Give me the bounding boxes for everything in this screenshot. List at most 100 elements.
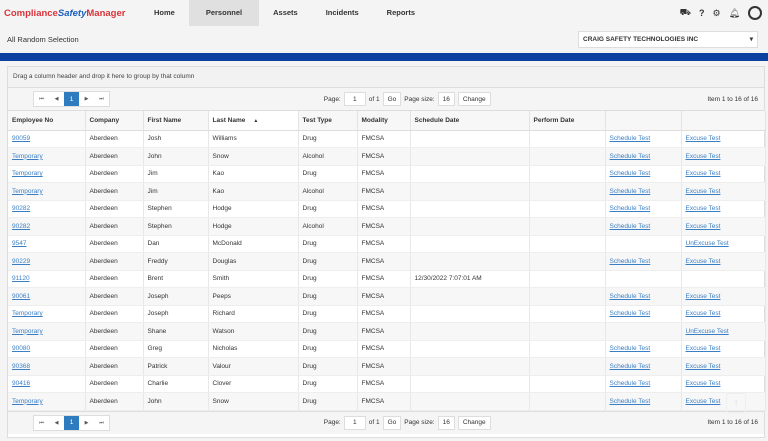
schedule-test-link[interactable]: Schedule Test: [610, 135, 651, 142]
schedule-test-link[interactable]: Schedule Test: [610, 380, 651, 387]
employee-link[interactable]: Temporary: [12, 188, 43, 195]
cell: UnExcuse Test: [681, 322, 766, 341]
user-avatar-icon[interactable]: [748, 6, 762, 20]
column-header-test-type[interactable]: Test Type: [298, 111, 358, 131]
page-1-button[interactable]: 1: [64, 92, 79, 106]
cell: FMCSA: [357, 130, 411, 148]
prev-page-button[interactable]: ◀: [49, 92, 64, 106]
excuse-test-link[interactable]: Excuse Test: [686, 398, 721, 405]
column-header-modality[interactable]: Modality: [357, 111, 411, 131]
column-header-employee-no[interactable]: Employee No: [8, 111, 86, 131]
nav-assets[interactable]: Assets: [259, 0, 312, 26]
excuse-test-link[interactable]: Excuse Test: [686, 188, 721, 195]
cell: Schedule Test: [605, 130, 682, 148]
page-size-input[interactable]: 16: [437, 92, 455, 106]
cell: Drug: [298, 375, 358, 393]
go-button[interactable]: Go: [382, 92, 402, 106]
prev-page-button[interactable]: ◀: [49, 416, 64, 430]
column-header-schedule-date[interactable]: Schedule Date: [410, 111, 530, 131]
excuse-test-link[interactable]: Excuse Test: [686, 310, 721, 317]
schedule-test-link[interactable]: Schedule Test: [610, 310, 651, 317]
column-header-action-8[interactable]: [605, 111, 682, 131]
schedule-test-link[interactable]: Schedule Test: [610, 153, 651, 160]
excuse-test-link[interactable]: Excuse Test: [686, 135, 721, 142]
employee-link[interactable]: 90416: [12, 380, 30, 387]
employee-link[interactable]: 90282: [12, 205, 30, 212]
nav-home[interactable]: Home: [140, 0, 189, 26]
excuse-test-link[interactable]: Excuse Test: [686, 380, 721, 387]
first-page-button[interactable]: ⏮: [34, 92, 49, 106]
change-button[interactable]: Change: [457, 415, 491, 430]
schedule-test-link[interactable]: Schedule Test: [610, 223, 651, 230]
page-1-button[interactable]: 1: [64, 415, 79, 430]
schedule-test-link[interactable]: Schedule Test: [610, 188, 651, 195]
employee-link[interactable]: Temporary: [12, 328, 43, 335]
table-row: 90061 Aberdeen Joseph Peeps Drug FMCSA Schedul…: [8, 287, 766, 306]
employee-link[interactable]: Temporary: [12, 398, 43, 405]
scroll-to-top-button[interactable]: ↑: [726, 393, 746, 413]
table-row: 9547 Aberdeen Dan McDonald Drug FMCSA UnExcuse…: [8, 235, 766, 253]
column-header-first-name[interactable]: First Name: [143, 111, 209, 131]
column-header-last-name[interactable]: Last Name ▲: [208, 111, 299, 131]
employee-link[interactable]: 90059: [12, 135, 30, 142]
employee-link[interactable]: 90061: [12, 293, 30, 300]
schedule-test-link[interactable]: Schedule Test: [610, 258, 651, 265]
next-page-button[interactable]: ▶: [79, 416, 94, 430]
page-input[interactable]: 1: [343, 415, 366, 430]
excuse-test-link[interactable]: Excuse Test: [686, 293, 721, 300]
unexcuse-test-link[interactable]: UnExcuse Test: [686, 240, 729, 247]
excuse-test-link[interactable]: Excuse Test: [686, 258, 721, 265]
employee-link[interactable]: 90368: [12, 363, 30, 370]
employee-link[interactable]: 90229: [12, 258, 30, 265]
cell: Clover: [208, 375, 299, 393]
first-page-button[interactable]: ⏮: [34, 416, 49, 430]
cell: [605, 322, 682, 341]
schedule-test-link[interactable]: Schedule Test: [610, 398, 651, 405]
change-button[interactable]: Change: [457, 92, 491, 106]
cell: [410, 340, 530, 358]
nav-reports[interactable]: Reports: [373, 0, 429, 26]
employee-link[interactable]: Temporary: [12, 170, 43, 177]
excuse-test-link[interactable]: Excuse Test: [686, 205, 721, 212]
excuse-test-link[interactable]: Excuse Test: [686, 170, 721, 177]
column-header-action-9[interactable]: [681, 111, 766, 131]
last-page-button[interactable]: ⏭: [94, 416, 109, 430]
excuse-test-link[interactable]: Excuse Test: [686, 153, 721, 160]
company-select[interactable]: CRAIG SAFETY TECHNOLOGIES INC ▾: [578, 30, 758, 48]
schedule-test-link[interactable]: Schedule Test: [610, 345, 651, 352]
table-row: 90368 Aberdeen Patrick Valour Drug FMCSA Sched…: [8, 357, 766, 376]
schedule-test-link[interactable]: Schedule Test: [610, 363, 651, 370]
cell: [529, 235, 606, 253]
nav-incidents[interactable]: Incidents: [312, 0, 373, 26]
bell-icon[interactable]: 🔔︎: [729, 8, 740, 19]
schedule-test-link[interactable]: Schedule Test: [610, 205, 651, 212]
nav-personnel[interactable]: Personnel: [188, 0, 260, 26]
column-header-company[interactable]: Company: [85, 111, 144, 131]
page-size-input[interactable]: 16: [437, 415, 455, 430]
next-page-button[interactable]: ▶: [79, 92, 94, 106]
cell: 90061: [8, 287, 86, 306]
gear-icon[interactable]: ⚙: [712, 8, 720, 19]
column-header-perform-date[interactable]: Perform Date: [529, 111, 606, 131]
employee-link[interactable]: 91120: [12, 275, 30, 282]
excuse-test-link[interactable]: Excuse Test: [686, 345, 721, 352]
employee-link[interactable]: 9547: [12, 240, 26, 247]
cell: Shane: [143, 322, 209, 341]
cell: Alcohol: [298, 182, 358, 201]
employee-link[interactable]: Temporary: [12, 310, 43, 317]
employee-link[interactable]: Temporary: [12, 153, 43, 160]
excuse-test-link[interactable]: Excuse Test: [686, 223, 721, 230]
page-input[interactable]: 1: [343, 92, 366, 106]
last-page-button[interactable]: ⏭: [94, 92, 109, 106]
schedule-test-link[interactable]: Schedule Test: [610, 170, 651, 177]
employee-link[interactable]: 90080: [12, 345, 30, 352]
employee-link[interactable]: 90282: [12, 223, 30, 230]
unexcuse-test-link[interactable]: UnExcuse Test: [686, 328, 729, 335]
schedule-test-link[interactable]: Schedule Test: [610, 293, 651, 300]
group-drop-area[interactable]: Drag a column header and drop it here to…: [8, 67, 764, 88]
logo[interactable]: ComplianceSafetyManager: [0, 8, 140, 19]
help-icon[interactable]: ?: [699, 8, 705, 18]
truck-icon[interactable]: ⛟: [680, 7, 691, 19]
excuse-test-link[interactable]: Excuse Test: [686, 363, 721, 370]
go-button[interactable]: Go: [382, 415, 402, 430]
